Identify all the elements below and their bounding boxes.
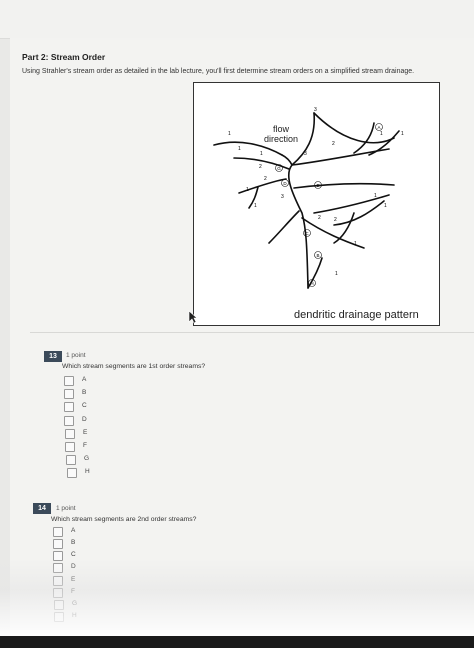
checkbox-icon[interactable] [66, 455, 76, 465]
stream-drainage-figure: ABCDEGH1112231122111132311 flow directio… [193, 82, 440, 326]
segment-letter-h: H [310, 281, 313, 286]
section-title: Part 2: Stream Order [22, 52, 106, 62]
segment-letter-c: C [305, 231, 309, 236]
stream-order-label: 3 [304, 151, 307, 157]
stream-order-label: 3 [314, 107, 317, 113]
stream-order-label: 1 [380, 131, 383, 137]
stream-order-label: 1 [374, 193, 377, 199]
stream-order-label: 1 [260, 151, 263, 157]
stream-order-label: 2 [334, 217, 337, 223]
segment-letter-b: B [316, 253, 319, 258]
stream-order-label: 3 [281, 194, 284, 200]
option-label: E [83, 429, 88, 436]
stream-order-label: 1 [401, 131, 404, 137]
option-label: D [82, 416, 87, 423]
stream-network-drawing: ABCD EGH111223112 211 1132311 [213, 107, 404, 289]
screen-bezel [0, 636, 474, 648]
option-label: F [83, 442, 87, 449]
stream-order-label: 1 [228, 131, 231, 137]
checkbox-icon[interactable] [53, 539, 63, 549]
stream-order-label: 2 [259, 164, 262, 170]
question-points: 1 point [56, 505, 76, 512]
checkbox-icon[interactable] [64, 402, 74, 412]
segment-letter-d: D [283, 181, 287, 186]
option-label: B [82, 389, 87, 396]
stream-order-label: 1 [354, 241, 357, 247]
checkbox-icon[interactable] [67, 468, 77, 478]
option-label: A [71, 527, 76, 534]
segment-letter-e: E [316, 183, 319, 188]
checkbox-icon[interactable] [64, 389, 74, 399]
screen-glare-overlay [0, 560, 474, 636]
stream-order-label: 1 [238, 146, 241, 152]
top-strip [0, 0, 474, 39]
stream-order-label: 1 [335, 271, 338, 277]
stream-order-label: 2 [264, 176, 267, 182]
mouse-cursor-icon [188, 310, 198, 329]
stream-order-label: 1 [246, 187, 249, 193]
option-label: H [85, 468, 90, 475]
question-text: Which stream segments are 1st order stre… [62, 363, 206, 370]
flow-label-line2: direction [264, 134, 299, 144]
checkbox-icon[interactable] [64, 416, 74, 426]
flow-label-line1: flow [273, 124, 290, 134]
option-label: A [82, 376, 87, 383]
option-label: C [82, 402, 87, 409]
question-number-badge: 14 [33, 503, 51, 514]
stream-order-label: 1 [254, 203, 257, 209]
checkbox-icon[interactable] [65, 429, 75, 439]
checkbox-icon[interactable] [64, 376, 74, 386]
option-label: C [71, 551, 76, 558]
option-label: G [84, 455, 90, 462]
option-label: B [71, 539, 76, 546]
section-divider [30, 332, 474, 333]
segment-letter-a: A [377, 125, 380, 130]
stream-order-label: 2 [332, 141, 335, 147]
segment-letter-g: G [277, 166, 281, 171]
section-instructions: Using Strahler's stream order as detaile… [22, 68, 415, 75]
flow-direction-label: flow direction [264, 124, 298, 144]
question-points: 1 point [66, 352, 86, 359]
stream-order-label: 2 [318, 215, 321, 221]
checkbox-icon[interactable] [53, 527, 63, 537]
question-number-badge: 13 [44, 351, 62, 362]
figure-caption: dendritic drainage pattern [294, 309, 419, 321]
stream-order-label: 1 [384, 203, 387, 209]
checkbox-icon[interactable] [65, 442, 75, 452]
question-text: Which stream segments are 2nd order stre… [51, 516, 197, 523]
